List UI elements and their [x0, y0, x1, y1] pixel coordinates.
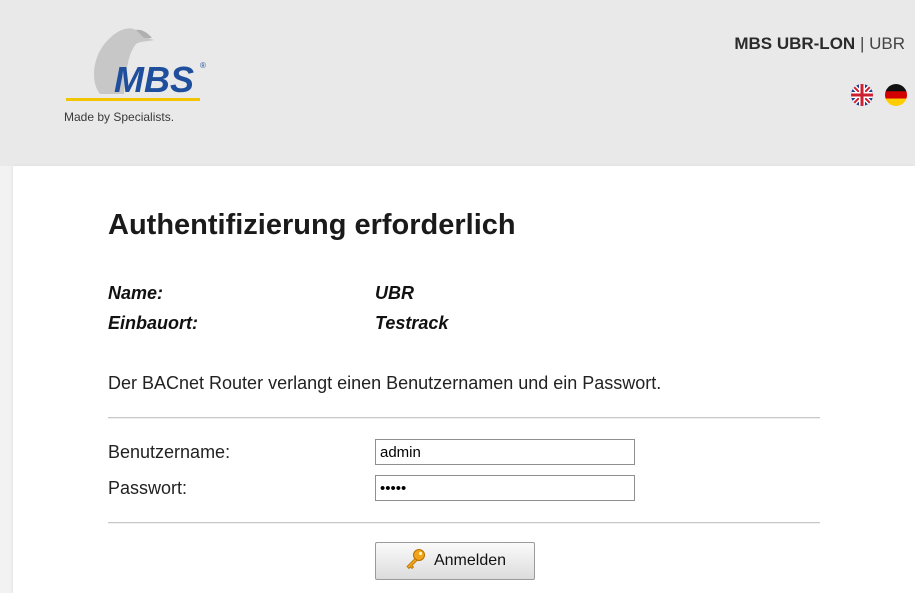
password-input[interactable] — [375, 475, 635, 501]
svg-text:®: ® — [200, 61, 206, 70]
svg-text:MBS: MBS — [114, 59, 194, 100]
info-name-value: UBR — [375, 283, 414, 303]
login-panel: Authentifizierung erforderlich Name: UBR… — [13, 166, 915, 593]
info-name-label: Name: — [108, 283, 164, 303]
penguin-bird-logo-icon: MBS ® — [66, 28, 206, 101]
product-title: MBS UBR-LON | UBR — [734, 34, 905, 54]
username-label: Benutzername: — [108, 442, 231, 462]
product-name: MBS UBR-LON — [734, 34, 856, 53]
key-icon — [404, 548, 426, 575]
product-model: UBR — [869, 34, 905, 53]
auth-description: Der BACnet Router verlangt einen Benutze… — [108, 373, 662, 393]
password-label: Passwort: — [108, 478, 188, 498]
divider-top — [108, 417, 820, 419]
german-flag-icon[interactable] — [885, 84, 907, 106]
page-header: MBS ® Made by Specialists. MBS UBR-LON |… — [0, 0, 915, 166]
username-input[interactable] — [375, 439, 635, 465]
divider-bottom — [108, 522, 820, 524]
language-switcher — [851, 84, 907, 106]
mbs-logo[interactable]: MBS ® Made by Specialists. — [62, 24, 222, 136]
login-button[interactable]: Anmelden — [375, 542, 535, 580]
login-button-label: Anmelden — [433, 552, 507, 569]
info-location-value: Testrack — [375, 313, 449, 333]
info-location-label: Einbauort: — [108, 313, 198, 333]
uk-flag-icon[interactable] — [851, 84, 873, 106]
product-separator: | — [859, 34, 865, 53]
logo-tagline: Made by Specialists. — [64, 110, 175, 124]
page-title: Authentifizierung erforderlich — [108, 209, 516, 241]
